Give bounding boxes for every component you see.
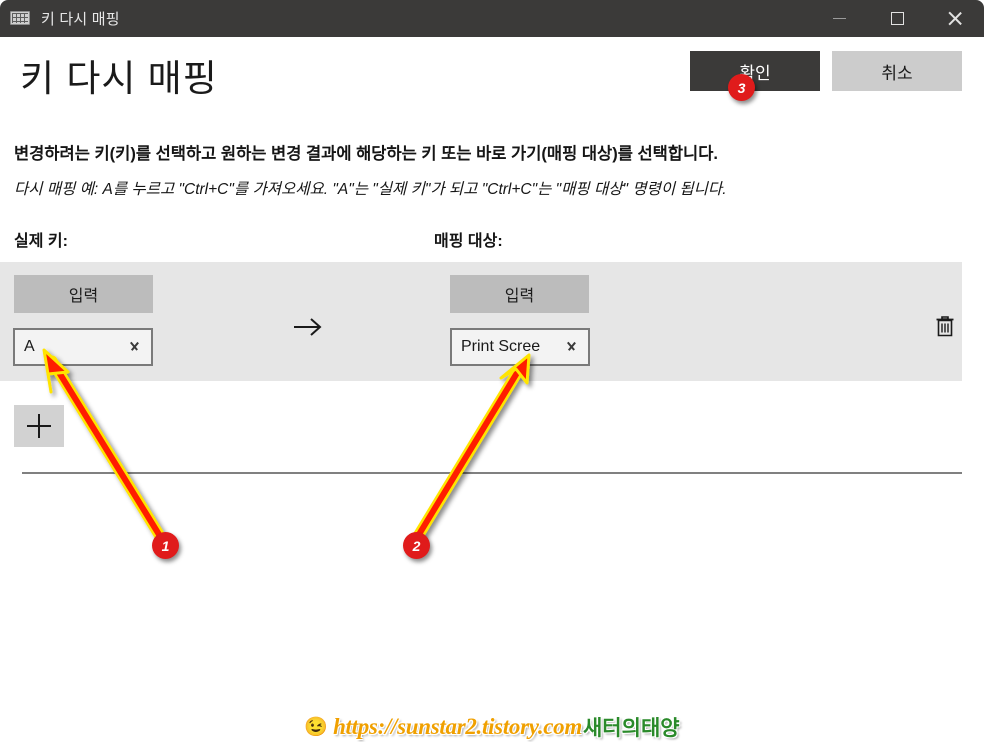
right-arrow-icon (290, 312, 326, 342)
add-mapping-button[interactable] (14, 405, 64, 447)
physical-type-button[interactable]: 입력 (14, 275, 153, 313)
keyboard-icon (10, 11, 32, 26)
mapped-key-select[interactable]: Print Scree (450, 328, 590, 366)
physical-key-value: A (24, 338, 128, 356)
minimize-icon (833, 18, 846, 19)
annotation-badge-2: 2 (403, 532, 430, 559)
ok-button[interactable]: 확인 (690, 51, 820, 91)
maximize-icon (891, 12, 904, 25)
physical-key-select[interactable]: A (13, 328, 153, 366)
delete-mapping-button[interactable] (928, 310, 962, 344)
watermark-url: https://sunstar2.tistory.com (333, 714, 582, 740)
physical-key-label: 실제 키: (14, 227, 68, 251)
close-button[interactable] (926, 0, 984, 37)
cancel-button[interactable]: 취소 (832, 51, 962, 91)
window-title: 키 다시 매핑 (41, 8, 120, 29)
annotation-badge-1: 1 (152, 532, 179, 559)
maximize-button[interactable] (868, 0, 926, 37)
mapped-type-button[interactable]: 입력 (450, 275, 589, 313)
key-remap-window: 키 다시 매핑 키 다시 매핑 확인 취소 변경하려는 키(키)를 선택하고 원… (0, 0, 984, 742)
minimize-button[interactable] (810, 0, 868, 37)
chevron-down-icon (565, 343, 578, 352)
plus-icon (27, 414, 51, 438)
instruction-example: 다시 매핑 예: A를 누르고 "Ctrl+C"를 가져오세요. "A"는 "실… (14, 177, 727, 199)
close-icon (947, 10, 964, 27)
chevron-down-icon (128, 343, 141, 352)
watermark-name: 새터의태양 (583, 712, 680, 742)
trash-icon (933, 314, 957, 340)
mapped-to-label: 매핑 대상: (434, 227, 503, 251)
window-controls (810, 0, 984, 37)
watermark: 😉 https://sunstar2.tistory.com 새터의태양 (0, 712, 984, 742)
page-title: 키 다시 매핑 (20, 48, 218, 102)
annotation-arrow-2 (415, 355, 529, 541)
mapped-key-value: Print Scree (461, 338, 565, 356)
wink-emoji-icon: 😉 (304, 718, 328, 737)
instruction-primary: 변경하려는 키(키)를 선택하고 원하는 변경 결과에 해당하는 키 또는 바로… (14, 140, 718, 164)
annotation-badge-3: 3 (728, 74, 755, 101)
section-divider (22, 472, 962, 474)
title-bar: 키 다시 매핑 (0, 0, 984, 37)
